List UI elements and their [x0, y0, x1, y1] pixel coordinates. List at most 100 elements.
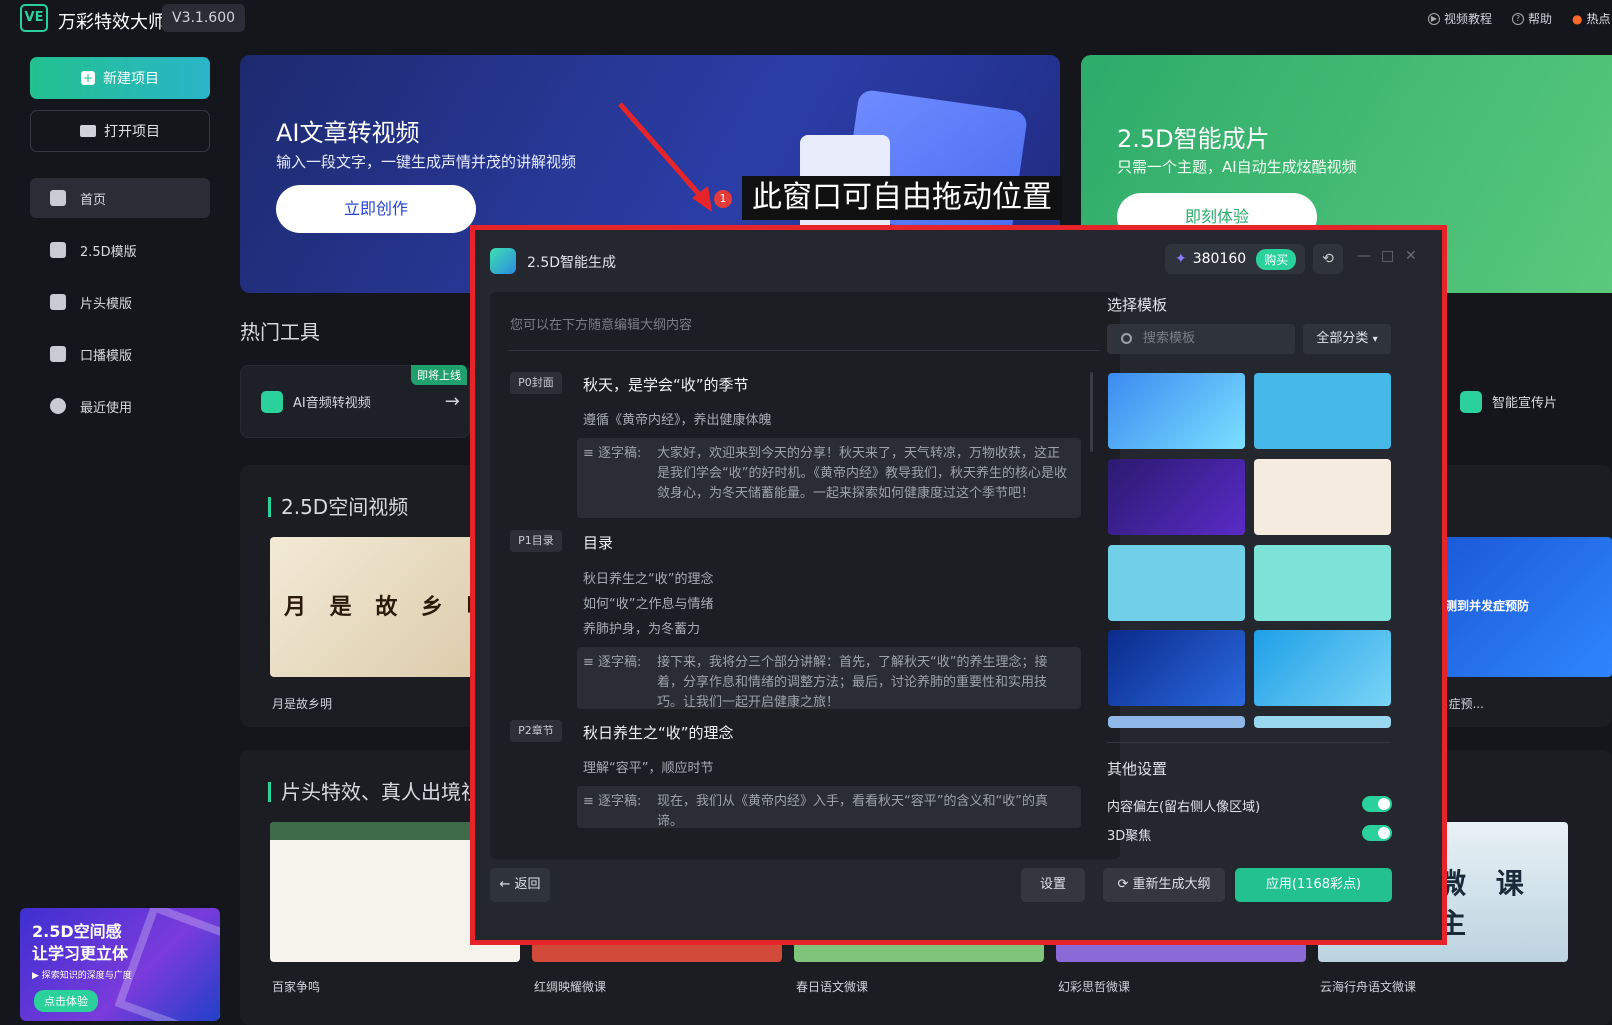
page-heading[interactable]: 秋天，是学会“收”的季节 — [583, 374, 749, 395]
template-search-input[interactable]: 搜索模板 — [1107, 324, 1295, 354]
promo-art — [114, 908, 220, 1021]
page-line[interactable]: 如何“收”之作息与情绪 — [583, 593, 713, 612]
play-icon: ▶ — [1428, 12, 1440, 25]
template-option[interactable] — [1254, 545, 1391, 621]
sidebar-item-2.5d[interactable]: 2.5D模版 — [30, 230, 210, 270]
outline-editor[interactable]: 您可以在下方随意编辑大纲内容 P0封面 秋天，是学会“收”的季节 遵循《黄帝内经… — [490, 292, 1120, 859]
template-label: 红绸映耀微课 — [534, 980, 607, 994]
page-line[interactable]: 秋日养生之“收”的理念 — [583, 568, 713, 587]
page-line[interactable]: 理解“容平”，顺应时节 — [583, 757, 713, 776]
template-option[interactable] — [1108, 716, 1245, 728]
video-tutorial-label: 视频教程 — [1444, 12, 1493, 26]
script-box[interactable]: ≡ 逐字稿: 现在，我们从《黄帝内经》入手，看看秋天“容平”的含义和“收”的真谛。 — [577, 786, 1081, 829]
tool-label: 智能宣传片 — [1492, 396, 1558, 411]
script-text: 接下来，我将分三个部分讲解：首先，了解秋天“收”的养生理念；接着，分享作息和情绪… — [657, 655, 1048, 710]
3d-focus-toggle[interactable] — [1362, 825, 1392, 841]
sidebar-item-recent[interactable]: 最近使用 — [30, 386, 210, 426]
back-button[interactable]: ← 返回 — [490, 868, 550, 902]
open-project-label: 打开项目 — [104, 124, 160, 140]
history-icon[interactable]: ⟲ — [1313, 244, 1343, 274]
promo-card[interactable]: 2.5D空间感 让学习更立体 ▶ 探索知识的深度与广度 点击体验 — [20, 908, 220, 1021]
video-tutorial-link[interactable]: ▶ 视频教程 — [1428, 10, 1492, 27]
sidebar-item-label: 首页 — [80, 192, 107, 208]
grid-icon — [50, 294, 66, 310]
template-option[interactable] — [1254, 459, 1391, 535]
credits-display: ✦ 380160 购买 — [1165, 244, 1305, 274]
template-option[interactable] — [1254, 716, 1391, 728]
apply-button[interactable]: 应用(1168彩点) — [1235, 868, 1392, 902]
tool-label: AI音频转视频 — [293, 396, 371, 411]
settings-button[interactable]: 设置 — [1021, 868, 1085, 902]
template-section-title: 选择模板 — [1107, 296, 1168, 314]
option-label: 3D聚焦 — [1107, 829, 1152, 844]
script-box[interactable]: ≡ 逐字稿: 接下来，我将分三个部分讲解：首先，了解秋天“收”的养生理念；接着，分… — [577, 647, 1081, 710]
section-title: 片头特效、真人出境视 — [268, 782, 481, 802]
help-link[interactable]: ? 帮助 — [1512, 10, 1552, 27]
editor-scrollbar[interactable] — [1090, 372, 1093, 452]
thumb-text: 微 课 主 — [1438, 867, 1534, 940]
sidebar-item-voice[interactable]: 口播模版 — [30, 334, 210, 374]
annotation-text: 此窗口可自由拖动位置 — [742, 176, 1062, 220]
template-label: 月是故乡明 — [272, 697, 333, 711]
promo-button[interactable]: 点击体验 — [34, 990, 98, 1012]
tool-promo-video[interactable]: 智能宣传片 — [1440, 365, 1612, 438]
page-line[interactable]: 养肺护身，为冬蓄力 — [583, 618, 700, 637]
new-project-label: 新建项目 — [103, 71, 159, 87]
page-tag: P1目录 — [510, 530, 562, 552]
template-option[interactable] — [1108, 373, 1245, 449]
template-option[interactable] — [1108, 545, 1245, 621]
sidebar-item-label: 最近使用 — [80, 400, 133, 416]
script-box[interactable]: ≡ 逐字稿: 大家好，欢迎来到今天的分享！秋天来了，天气转凉，万物收获，这正是我们… — [577, 438, 1081, 518]
script-text: 现在，我们从《黄帝内经》入手，看看秋天“容平”的含义和“收”的真谛。 — [657, 794, 1048, 829]
script-label: 逐字稿: — [598, 655, 642, 670]
hot-label: 热点 — [1586, 12, 1611, 26]
close-icon[interactable]: ✕ — [1405, 248, 1417, 264]
app-logo: VE — [20, 4, 48, 32]
template-option[interactable] — [1108, 630, 1245, 706]
buy-button[interactable]: 购买 — [1256, 248, 1297, 270]
banner-title: AI文章转视频 — [276, 119, 420, 147]
sidebar-item-label: 2.5D模版 — [80, 244, 137, 260]
minimize-icon[interactable]: — — [1357, 248, 1371, 264]
template-label: 云海行舟语文微课 — [1320, 980, 1417, 994]
script-label-wrap: ≡ 逐字稿: — [583, 653, 641, 673]
fire-icon: ● — [1572, 11, 1583, 26]
hot-link[interactable]: ● 热点 — [1572, 10, 1611, 27]
regenerate-outline-button[interactable]: ⟳ 重新生成大纲 — [1103, 868, 1225, 902]
new-project-button[interactable]: + 新建项目 — [30, 57, 210, 99]
smart-generate-dialog[interactable]: 2.5D智能生成 ✦ 380160 购买 ⟲ — □ ✕ 您可以在下方随意编辑大纲内… — [475, 230, 1442, 940]
cube-icon — [50, 242, 66, 258]
page-heading[interactable]: 目录 — [583, 532, 613, 553]
sidebar-item-home[interactable]: 首页 — [30, 178, 210, 218]
sidebar-item-label: 片头模版 — [80, 296, 133, 312]
section-title: 2.5D空间视频 — [268, 497, 408, 517]
open-project-button[interactable]: 打开项目 — [30, 110, 210, 152]
version-badge: V3.1.600 — [162, 4, 246, 32]
create-now-button[interactable]: 立即创作 — [276, 185, 476, 233]
banner-title: 2.5D智能成片 — [1117, 125, 1270, 153]
category-dropdown[interactable]: 全部分类 ▾ — [1303, 324, 1391, 354]
content-left-toggle[interactable] — [1362, 796, 1392, 812]
template-label: 春日语文微课 — [796, 980, 869, 994]
sidebar-item-intro[interactable]: 片头模版 — [30, 282, 210, 322]
page-tag: P2章节 — [510, 720, 562, 742]
template-option[interactable] — [1254, 630, 1391, 706]
list-icon: ≡ — [583, 446, 594, 461]
other-settings-title: 其他设置 — [1107, 760, 1168, 778]
page-heading[interactable]: 秋日养生之“收”的理念 — [583, 722, 734, 743]
banner-subtitle: 输入一段文字，一键生成声情并茂的讲解视频 — [276, 153, 577, 171]
thumb-text: 月 是 故 乡 明 — [284, 595, 497, 620]
category-label: 全部分类 — [1316, 331, 1369, 346]
plus-icon: + — [81, 71, 95, 85]
speaker-icon — [50, 346, 66, 362]
arrow-left-icon: ← — [499, 877, 511, 892]
maximize-icon[interactable]: □ — [1381, 248, 1394, 264]
music-icon — [261, 390, 283, 413]
template-option[interactable] — [1108, 459, 1245, 535]
help-icon: ? — [1512, 12, 1524, 25]
script-label-wrap: ≡ 逐字稿: — [583, 792, 641, 812]
template-thumb[interactable]: 测到并发症预防 — [1435, 537, 1612, 677]
page-line[interactable]: 遵循《黄帝内经》，养出健康体魄 — [583, 409, 772, 428]
refresh-icon: ⟳ — [1117, 877, 1129, 892]
template-option[interactable] — [1254, 373, 1391, 449]
